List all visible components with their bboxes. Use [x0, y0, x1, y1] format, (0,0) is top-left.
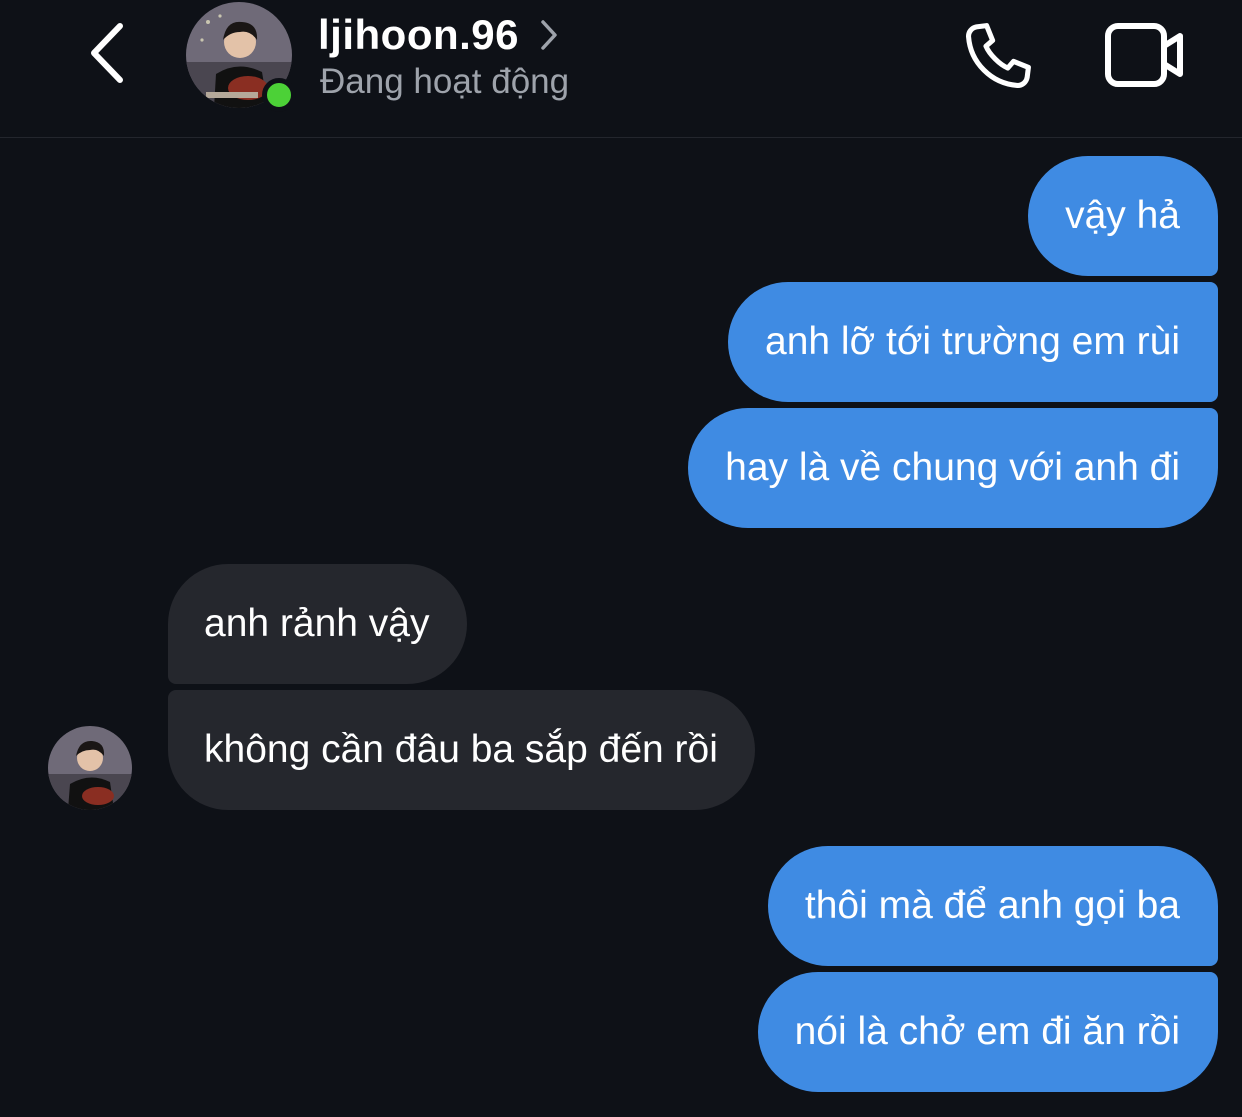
voice-call-button[interactable] — [960, 18, 1036, 94]
header-avatar[interactable] — [186, 2, 296, 112]
sent-message[interactable]: vậy hả — [1028, 156, 1218, 276]
profile-link[interactable]: ljihoon.96 — [318, 8, 559, 62]
back-button[interactable] — [78, 18, 138, 88]
online-status-dot — [262, 78, 296, 112]
phone-icon — [966, 23, 1031, 88]
sent-message[interactable]: anh lỡ tới trường em rùi — [728, 282, 1218, 402]
video-camera-icon — [1105, 23, 1183, 87]
chat-header: ljihoon.96 Đang hoạt động — [0, 0, 1242, 138]
received-message[interactable]: anh rảnh vậy — [168, 564, 467, 684]
activity-status: Đang hoạt động — [320, 62, 570, 101]
sender-avatar[interactable] — [48, 726, 132, 810]
username: ljihoon.96 — [318, 11, 520, 58]
sent-message[interactable]: thôi mà để anh gọi ba — [767, 846, 1218, 966]
video-call-button[interactable] — [1104, 20, 1186, 90]
chevron-right-icon — [541, 20, 557, 50]
chevron-left-icon — [91, 23, 123, 83]
sent-message[interactable]: nói là chở em đi ăn rồi — [757, 972, 1218, 1092]
received-message[interactable]: không cần đâu ba sắp đến rồi — [168, 690, 755, 810]
sent-message[interactable]: hay là về chung với anh đi — [688, 408, 1218, 528]
